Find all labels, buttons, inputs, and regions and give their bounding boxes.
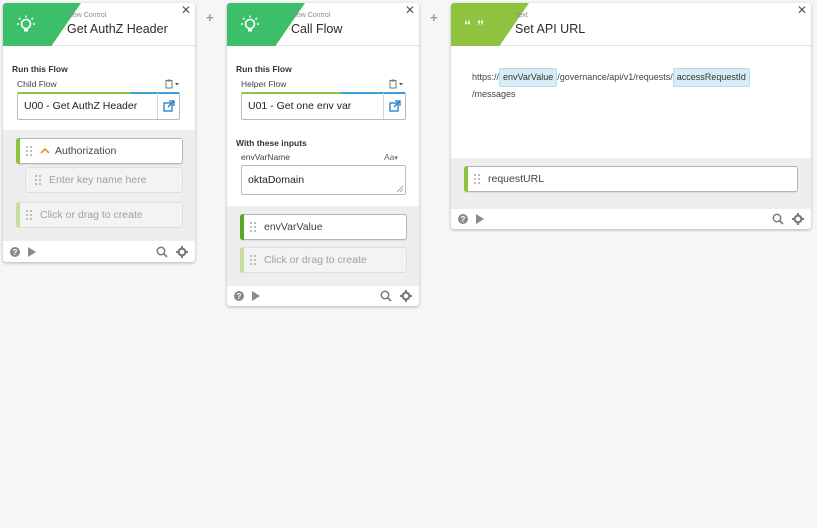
- close-icon[interactable]: ✕: [405, 4, 415, 16]
- add-step-button[interactable]: +: [206, 10, 214, 25]
- play-icon[interactable]: [28, 247, 36, 257]
- env-var-name-input[interactable]: oktaDomain: [241, 165, 406, 195]
- helper-flow-label: Helper Flow: [241, 79, 287, 89]
- chevron-up-icon[interactable]: [40, 147, 50, 155]
- external-link-icon[interactable]: [157, 93, 179, 119]
- card-set-api-url: “ ” Text Set API URL ✕ https://envVarVal…: [451, 3, 811, 229]
- card-header[interactable]: Flow Control Get AuthZ Header ✕: [3, 3, 195, 46]
- drag-handle-icon[interactable]: [25, 145, 33, 157]
- url-template-editor[interactable]: https://envVarValue/governance/api/v1/re…: [472, 68, 802, 102]
- url-suffix: /messages: [472, 89, 516, 99]
- search-icon[interactable]: [380, 290, 392, 302]
- lightbulb-icon: [241, 15, 259, 31]
- card-header[interactable]: Flow Control Call Flow ✕: [227, 3, 419, 46]
- authorization-label: Authorization: [55, 145, 117, 157]
- play-icon[interactable]: [252, 291, 260, 301]
- resize-handle-icon[interactable]: [397, 186, 403, 192]
- inputs-label: With these inputs: [236, 138, 307, 148]
- search-icon[interactable]: [772, 213, 784, 225]
- helper-flow-input[interactable]: U01 - Get one env var: [241, 92, 406, 120]
- create-output-slot[interactable]: Click or drag to create: [240, 247, 407, 273]
- card-type-label: Flow Control: [291, 12, 331, 19]
- drag-handle-icon[interactable]: [249, 221, 257, 233]
- help-icon[interactable]: ?: [234, 291, 244, 301]
- gear-icon[interactable]: [176, 246, 188, 258]
- close-icon[interactable]: ✕: [797, 4, 807, 16]
- help-icon[interactable]: ?: [10, 247, 20, 257]
- key-name-placeholder: Enter key name here: [49, 174, 147, 186]
- drag-handle-icon[interactable]: [25, 209, 33, 221]
- card-title[interactable]: Set API URL: [515, 22, 585, 36]
- card-title[interactable]: Get AuthZ Header: [67, 22, 168, 36]
- helper-flow-value: U01 - Get one env var: [248, 100, 352, 112]
- url-prefix: https://: [472, 72, 500, 82]
- close-icon[interactable]: ✕: [181, 4, 191, 16]
- run-flow-label: Run this Flow: [12, 64, 68, 74]
- env-var-value-label: envVarValue: [264, 221, 323, 233]
- card-footer: ?: [3, 242, 195, 262]
- external-link-icon[interactable]: [383, 93, 405, 119]
- drag-handle-icon[interactable]: [473, 173, 481, 185]
- run-flow-label: Run this Flow: [236, 64, 292, 74]
- clipboard-icon[interactable]: [165, 79, 181, 89]
- card-footer: ?: [451, 209, 811, 229]
- access-request-id-token[interactable]: accessRequestId: [672, 68, 750, 87]
- child-flow-input[interactable]: U00 - Get AuthZ Header: [17, 92, 180, 120]
- key-name-input[interactable]: Enter key name here: [25, 167, 183, 193]
- drag-handle-icon[interactable]: [249, 254, 257, 266]
- authorization-key-pill[interactable]: Authorization: [16, 138, 183, 164]
- input-type-selector[interactable]: Aa▾: [384, 152, 398, 162]
- request-url-pill[interactable]: requestURL: [464, 166, 798, 192]
- child-flow-label: Child Flow: [17, 79, 57, 89]
- play-icon[interactable]: [476, 214, 484, 224]
- env-var-value-token[interactable]: envVarValue: [499, 68, 558, 87]
- lightbulb-icon: [17, 15, 35, 31]
- help-icon[interactable]: ?: [458, 214, 468, 224]
- card-footer: ?: [227, 286, 419, 306]
- clipboard-icon[interactable]: [389, 79, 405, 89]
- env-var-name-value: oktaDomain: [248, 174, 305, 186]
- url-path: /governance/api/v1/requests/: [557, 72, 673, 82]
- create-output-slot[interactable]: Click or drag to create: [16, 202, 183, 228]
- card-title[interactable]: Call Flow: [291, 22, 342, 36]
- gear-icon[interactable]: [792, 213, 804, 225]
- create-slot-label: Click or drag to create: [40, 209, 143, 221]
- card-type-label: Text: [515, 12, 528, 19]
- input-type-label: Aa: [384, 152, 395, 162]
- quote-icon: “ ”: [464, 16, 485, 33]
- input-name-label: envVarName: [241, 152, 290, 162]
- search-icon[interactable]: [156, 246, 168, 258]
- create-slot-label: Click or drag to create: [264, 254, 367, 266]
- card-header[interactable]: “ ” Text Set API URL ✕: [451, 3, 811, 46]
- gear-icon[interactable]: [400, 290, 412, 302]
- env-var-value-pill[interactable]: envVarValue: [240, 214, 407, 240]
- drag-handle-icon[interactable]: [34, 174, 42, 186]
- card-get-authz-header: Flow Control Get AuthZ Header ✕ Run this…: [3, 3, 195, 262]
- child-flow-value: U00 - Get AuthZ Header: [24, 100, 138, 112]
- add-step-button[interactable]: +: [430, 10, 438, 25]
- card-call-flow: Flow Control Call Flow ✕ Run this Flow H…: [227, 3, 419, 306]
- request-url-label: requestURL: [488, 173, 545, 185]
- card-type-label: Flow Control: [67, 12, 107, 19]
